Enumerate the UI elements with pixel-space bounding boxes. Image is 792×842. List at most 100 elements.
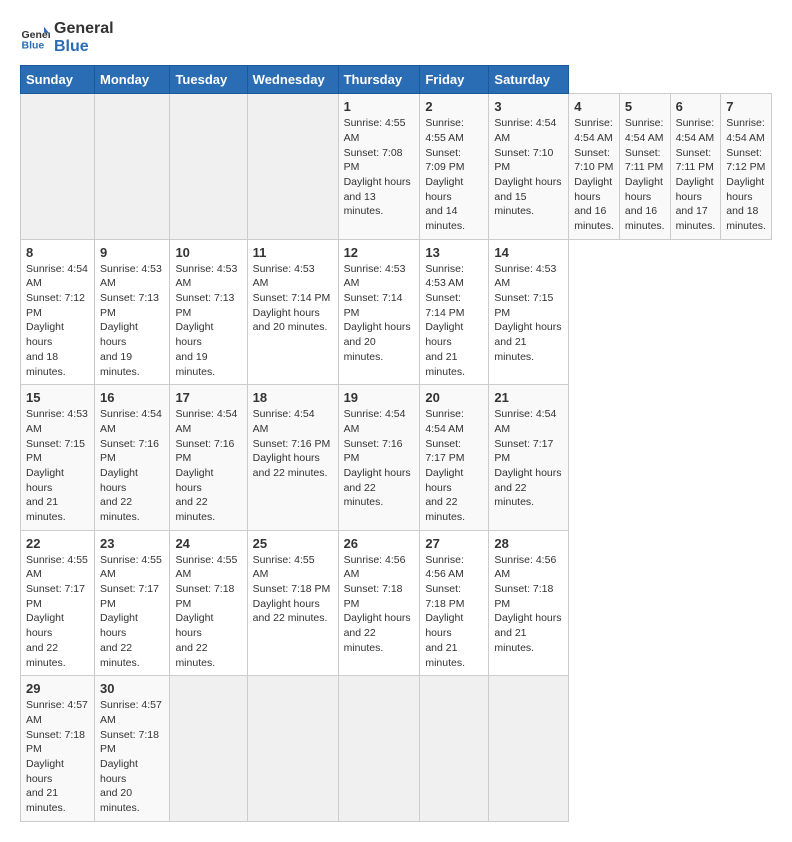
calendar-cell: [21, 94, 95, 240]
day-info: Sunrise: 4:54 AM Sunset: 7:16 PM Dayligh…: [100, 407, 164, 525]
day-number: 27: [425, 536, 483, 551]
calendar-cell: 14 Sunrise: 4:53 AM Sunset: 7:15 PM Dayl…: [489, 239, 569, 385]
logo-general-text: General: [54, 20, 114, 38]
day-info: Sunrise: 4:53 AM Sunset: 7:14 PM Dayligh…: [253, 262, 333, 335]
day-info: Sunrise: 4:53 AM Sunset: 7:13 PM Dayligh…: [100, 262, 164, 380]
day-number: 18: [253, 390, 333, 405]
day-number: 26: [344, 536, 415, 551]
calendar-cell: 19 Sunrise: 4:54 AM Sunset: 7:16 PM Dayl…: [338, 385, 420, 531]
day-number: 15: [26, 390, 89, 405]
calendar-cell: 22 Sunrise: 4:55 AM Sunset: 7:17 PM Dayl…: [21, 530, 95, 676]
calendar-cell: [338, 676, 420, 822]
calendar-week-row: 22 Sunrise: 4:55 AM Sunset: 7:17 PM Dayl…: [21, 530, 772, 676]
calendar-cell: 4 Sunrise: 4:54 AM Sunset: 7:10 PM Dayli…: [569, 94, 620, 240]
calendar-cell: 26 Sunrise: 4:56 AM Sunset: 7:18 PM Dayl…: [338, 530, 420, 676]
day-number: 17: [175, 390, 241, 405]
day-info: Sunrise: 4:53 AM Sunset: 7:13 PM Dayligh…: [175, 262, 241, 380]
day-number: 30: [100, 681, 164, 696]
calendar-cell: 7 Sunrise: 4:54 AM Sunset: 7:12 PM Dayli…: [721, 94, 772, 240]
day-info: Sunrise: 4:53 AM Sunset: 7:15 PM Dayligh…: [26, 407, 89, 525]
day-number: 4: [574, 99, 614, 114]
calendar-cell: 20 Sunrise: 4:54 AM Sunset: 7:17 PM Dayl…: [420, 385, 489, 531]
calendar-cell: 13 Sunrise: 4:53 AM Sunset: 7:14 PM Dayl…: [420, 239, 489, 385]
day-info: Sunrise: 4:53 AM Sunset: 7:15 PM Dayligh…: [494, 262, 563, 365]
day-info: Sunrise: 4:56 AM Sunset: 7:18 PM Dayligh…: [494, 553, 563, 656]
day-info: Sunrise: 4:55 AM Sunset: 7:18 PM Dayligh…: [253, 553, 333, 626]
weekday-header-tuesday: Tuesday: [170, 66, 247, 94]
day-info: Sunrise: 4:54 AM Sunset: 7:11 PM Dayligh…: [676, 116, 716, 234]
day-info: Sunrise: 4:56 AM Sunset: 7:18 PM Dayligh…: [425, 553, 483, 671]
day-info: Sunrise: 4:55 AM Sunset: 7:08 PM Dayligh…: [344, 116, 415, 219]
calendar-cell: 9 Sunrise: 4:53 AM Sunset: 7:13 PM Dayli…: [94, 239, 169, 385]
day-number: 19: [344, 390, 415, 405]
day-number: 25: [253, 536, 333, 551]
day-info: Sunrise: 4:54 AM Sunset: 7:10 PM Dayligh…: [574, 116, 614, 234]
calendar-cell: [489, 676, 569, 822]
calendar-cell: 2 Sunrise: 4:55 AM Sunset: 7:09 PM Dayli…: [420, 94, 489, 240]
day-info: Sunrise: 4:54 AM Sunset: 7:11 PM Dayligh…: [625, 116, 665, 234]
day-info: Sunrise: 4:54 AM Sunset: 7:12 PM Dayligh…: [26, 262, 89, 380]
day-number: 6: [676, 99, 716, 114]
day-info: Sunrise: 4:54 AM Sunset: 7:16 PM Dayligh…: [175, 407, 241, 525]
day-info: Sunrise: 4:55 AM Sunset: 7:09 PM Dayligh…: [425, 116, 483, 234]
day-info: Sunrise: 4:54 AM Sunset: 7:16 PM Dayligh…: [253, 407, 333, 480]
header: General Blue General Blue: [20, 20, 772, 55]
logo: General Blue General Blue: [20, 20, 114, 55]
calendar-cell: 6 Sunrise: 4:54 AM Sunset: 7:11 PM Dayli…: [670, 94, 721, 240]
day-number: 7: [726, 99, 766, 114]
weekday-header-saturday: Saturday: [489, 66, 569, 94]
day-info: Sunrise: 4:54 AM Sunset: 7:10 PM Dayligh…: [494, 116, 563, 219]
day-number: 10: [175, 245, 241, 260]
weekday-header-monday: Monday: [94, 66, 169, 94]
calendar-cell: 10 Sunrise: 4:53 AM Sunset: 7:13 PM Dayl…: [170, 239, 247, 385]
calendar-week-row: 1 Sunrise: 4:55 AM Sunset: 7:08 PM Dayli…: [21, 94, 772, 240]
day-info: Sunrise: 4:54 AM Sunset: 7:17 PM Dayligh…: [494, 407, 563, 510]
day-info: Sunrise: 4:54 AM Sunset: 7:17 PM Dayligh…: [425, 407, 483, 525]
calendar-cell: 12 Sunrise: 4:53 AM Sunset: 7:14 PM Dayl…: [338, 239, 420, 385]
day-number: 28: [494, 536, 563, 551]
day-info: Sunrise: 4:54 AM Sunset: 7:12 PM Dayligh…: [726, 116, 766, 234]
day-number: 11: [253, 245, 333, 260]
day-info: Sunrise: 4:54 AM Sunset: 7:16 PM Dayligh…: [344, 407, 415, 510]
calendar-cell: 18 Sunrise: 4:54 AM Sunset: 7:16 PM Dayl…: [247, 385, 338, 531]
calendar-cell: 5 Sunrise: 4:54 AM Sunset: 7:11 PM Dayli…: [619, 94, 670, 240]
svg-text:Blue: Blue: [22, 39, 45, 51]
weekday-header-thursday: Thursday: [338, 66, 420, 94]
day-info: Sunrise: 4:55 AM Sunset: 7:17 PM Dayligh…: [100, 553, 164, 671]
day-number: 1: [344, 99, 415, 114]
calendar-cell: [170, 94, 247, 240]
day-number: 3: [494, 99, 563, 114]
day-number: 24: [175, 536, 241, 551]
calendar-week-row: 8 Sunrise: 4:54 AM Sunset: 7:12 PM Dayli…: [21, 239, 772, 385]
calendar-cell: 11 Sunrise: 4:53 AM Sunset: 7:14 PM Dayl…: [247, 239, 338, 385]
day-info: Sunrise: 4:57 AM Sunset: 7:18 PM Dayligh…: [100, 698, 164, 816]
day-info: Sunrise: 4:55 AM Sunset: 7:17 PM Dayligh…: [26, 553, 89, 671]
calendar-cell: 3 Sunrise: 4:54 AM Sunset: 7:10 PM Dayli…: [489, 94, 569, 240]
calendar-cell: 17 Sunrise: 4:54 AM Sunset: 7:16 PM Dayl…: [170, 385, 247, 531]
day-number: 21: [494, 390, 563, 405]
weekday-header-friday: Friday: [420, 66, 489, 94]
calendar-cell: [247, 94, 338, 240]
calendar-week-row: 15 Sunrise: 4:53 AM Sunset: 7:15 PM Dayl…: [21, 385, 772, 531]
calendar-cell: 23 Sunrise: 4:55 AM Sunset: 7:17 PM Dayl…: [94, 530, 169, 676]
calendar-cell: 25 Sunrise: 4:55 AM Sunset: 7:18 PM Dayl…: [247, 530, 338, 676]
calendar-cell: 8 Sunrise: 4:54 AM Sunset: 7:12 PM Dayli…: [21, 239, 95, 385]
calendar-cell: 21 Sunrise: 4:54 AM Sunset: 7:17 PM Dayl…: [489, 385, 569, 531]
calendar-cell: 30 Sunrise: 4:57 AM Sunset: 7:18 PM Dayl…: [94, 676, 169, 822]
day-number: 13: [425, 245, 483, 260]
calendar-cell: 29 Sunrise: 4:57 AM Sunset: 7:18 PM Dayl…: [21, 676, 95, 822]
day-number: 22: [26, 536, 89, 551]
calendar-cell: [420, 676, 489, 822]
day-number: 14: [494, 245, 563, 260]
weekday-header-sunday: Sunday: [21, 66, 95, 94]
day-number: 8: [26, 245, 89, 260]
calendar-cell: [94, 94, 169, 240]
calendar-cell: [170, 676, 247, 822]
calendar-cell: 1 Sunrise: 4:55 AM Sunset: 7:08 PM Dayli…: [338, 94, 420, 240]
logo-icon: General Blue: [20, 23, 50, 53]
day-info: Sunrise: 4:53 AM Sunset: 7:14 PM Dayligh…: [344, 262, 415, 365]
calendar-table: SundayMondayTuesdayWednesdayThursdayFrid…: [20, 65, 772, 822]
calendar-cell: 24 Sunrise: 4:55 AM Sunset: 7:18 PM Dayl…: [170, 530, 247, 676]
weekday-header-wednesday: Wednesday: [247, 66, 338, 94]
day-number: 9: [100, 245, 164, 260]
